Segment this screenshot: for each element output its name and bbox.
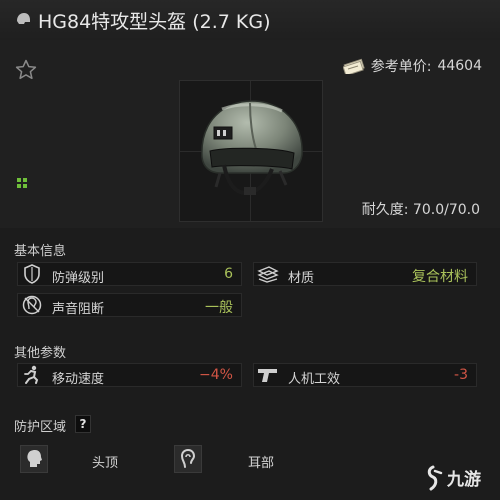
stat-sound-block: 声音阻断 一般	[17, 293, 242, 317]
item-title: HG84特攻型头盔 (2.7 KG)	[38, 11, 271, 33]
zone-label: 头顶	[92, 456, 119, 471]
stat-value: 复合材料	[412, 269, 468, 285]
star-icon[interactable]	[14, 58, 38, 82]
zone-label: 耳部	[248, 456, 275, 471]
helmet-image	[201, 100, 303, 196]
watermark-logo: 九游	[427, 465, 481, 491]
helmet-icon	[17, 13, 30, 24]
price-value: 44604	[437, 58, 482, 74]
stat-ergonomics: 人机工效 -3	[253, 363, 477, 387]
stat-label: 人机工效	[288, 372, 341, 387]
running-icon	[21, 365, 43, 385]
title-bar: HG84特攻型头盔 (2.7 KG)	[0, 0, 500, 41]
stat-label: 声音阻断	[52, 302, 105, 317]
head-icon	[20, 445, 48, 473]
help-button[interactable]: ?	[75, 415, 91, 433]
price-label: 参考单价:	[370, 59, 432, 75]
stat-label: 移动速度	[52, 372, 105, 387]
shield-icon	[21, 264, 43, 284]
ear-icon	[174, 445, 202, 473]
grid-size-icon	[17, 178, 27, 188]
money-icon	[342, 58, 365, 74]
stat-value: -3	[454, 367, 468, 383]
stat-value: 6	[224, 266, 233, 282]
durability-text: 耐久度: 70.0/70.0	[361, 202, 480, 218]
item-inspect-window: HG84特攻型头盔 (2.7 KG) 参考单价: 44604 耐久度: 70.0…	[0, 0, 500, 500]
stat-armor-class: 防弹级别 6	[17, 262, 242, 286]
stat-value: 一般	[205, 300, 233, 316]
stat-value: −4%	[199, 367, 233, 383]
section-title-basic: 基本信息	[14, 244, 67, 259]
stat-material: 材质 复合材料	[253, 262, 477, 286]
item-preview	[179, 80, 323, 222]
stat-move-speed: 移动速度 −4%	[17, 363, 242, 387]
ear-block-icon	[21, 295, 43, 315]
material-icon	[257, 264, 279, 284]
watermark-text: 九游	[446, 469, 481, 490]
reference-price: 参考单价: 44604	[342, 54, 482, 78]
stat-label: 材质	[288, 271, 315, 286]
section-title-other: 其他参数	[14, 346, 67, 361]
section-title-protection: 防护区域	[14, 420, 67, 435]
item-overview: 参考单价: 44604 耐久度: 70.0/70.0	[0, 40, 500, 228]
stat-label: 防弹级别	[52, 271, 105, 286]
pistol-icon	[257, 365, 279, 385]
